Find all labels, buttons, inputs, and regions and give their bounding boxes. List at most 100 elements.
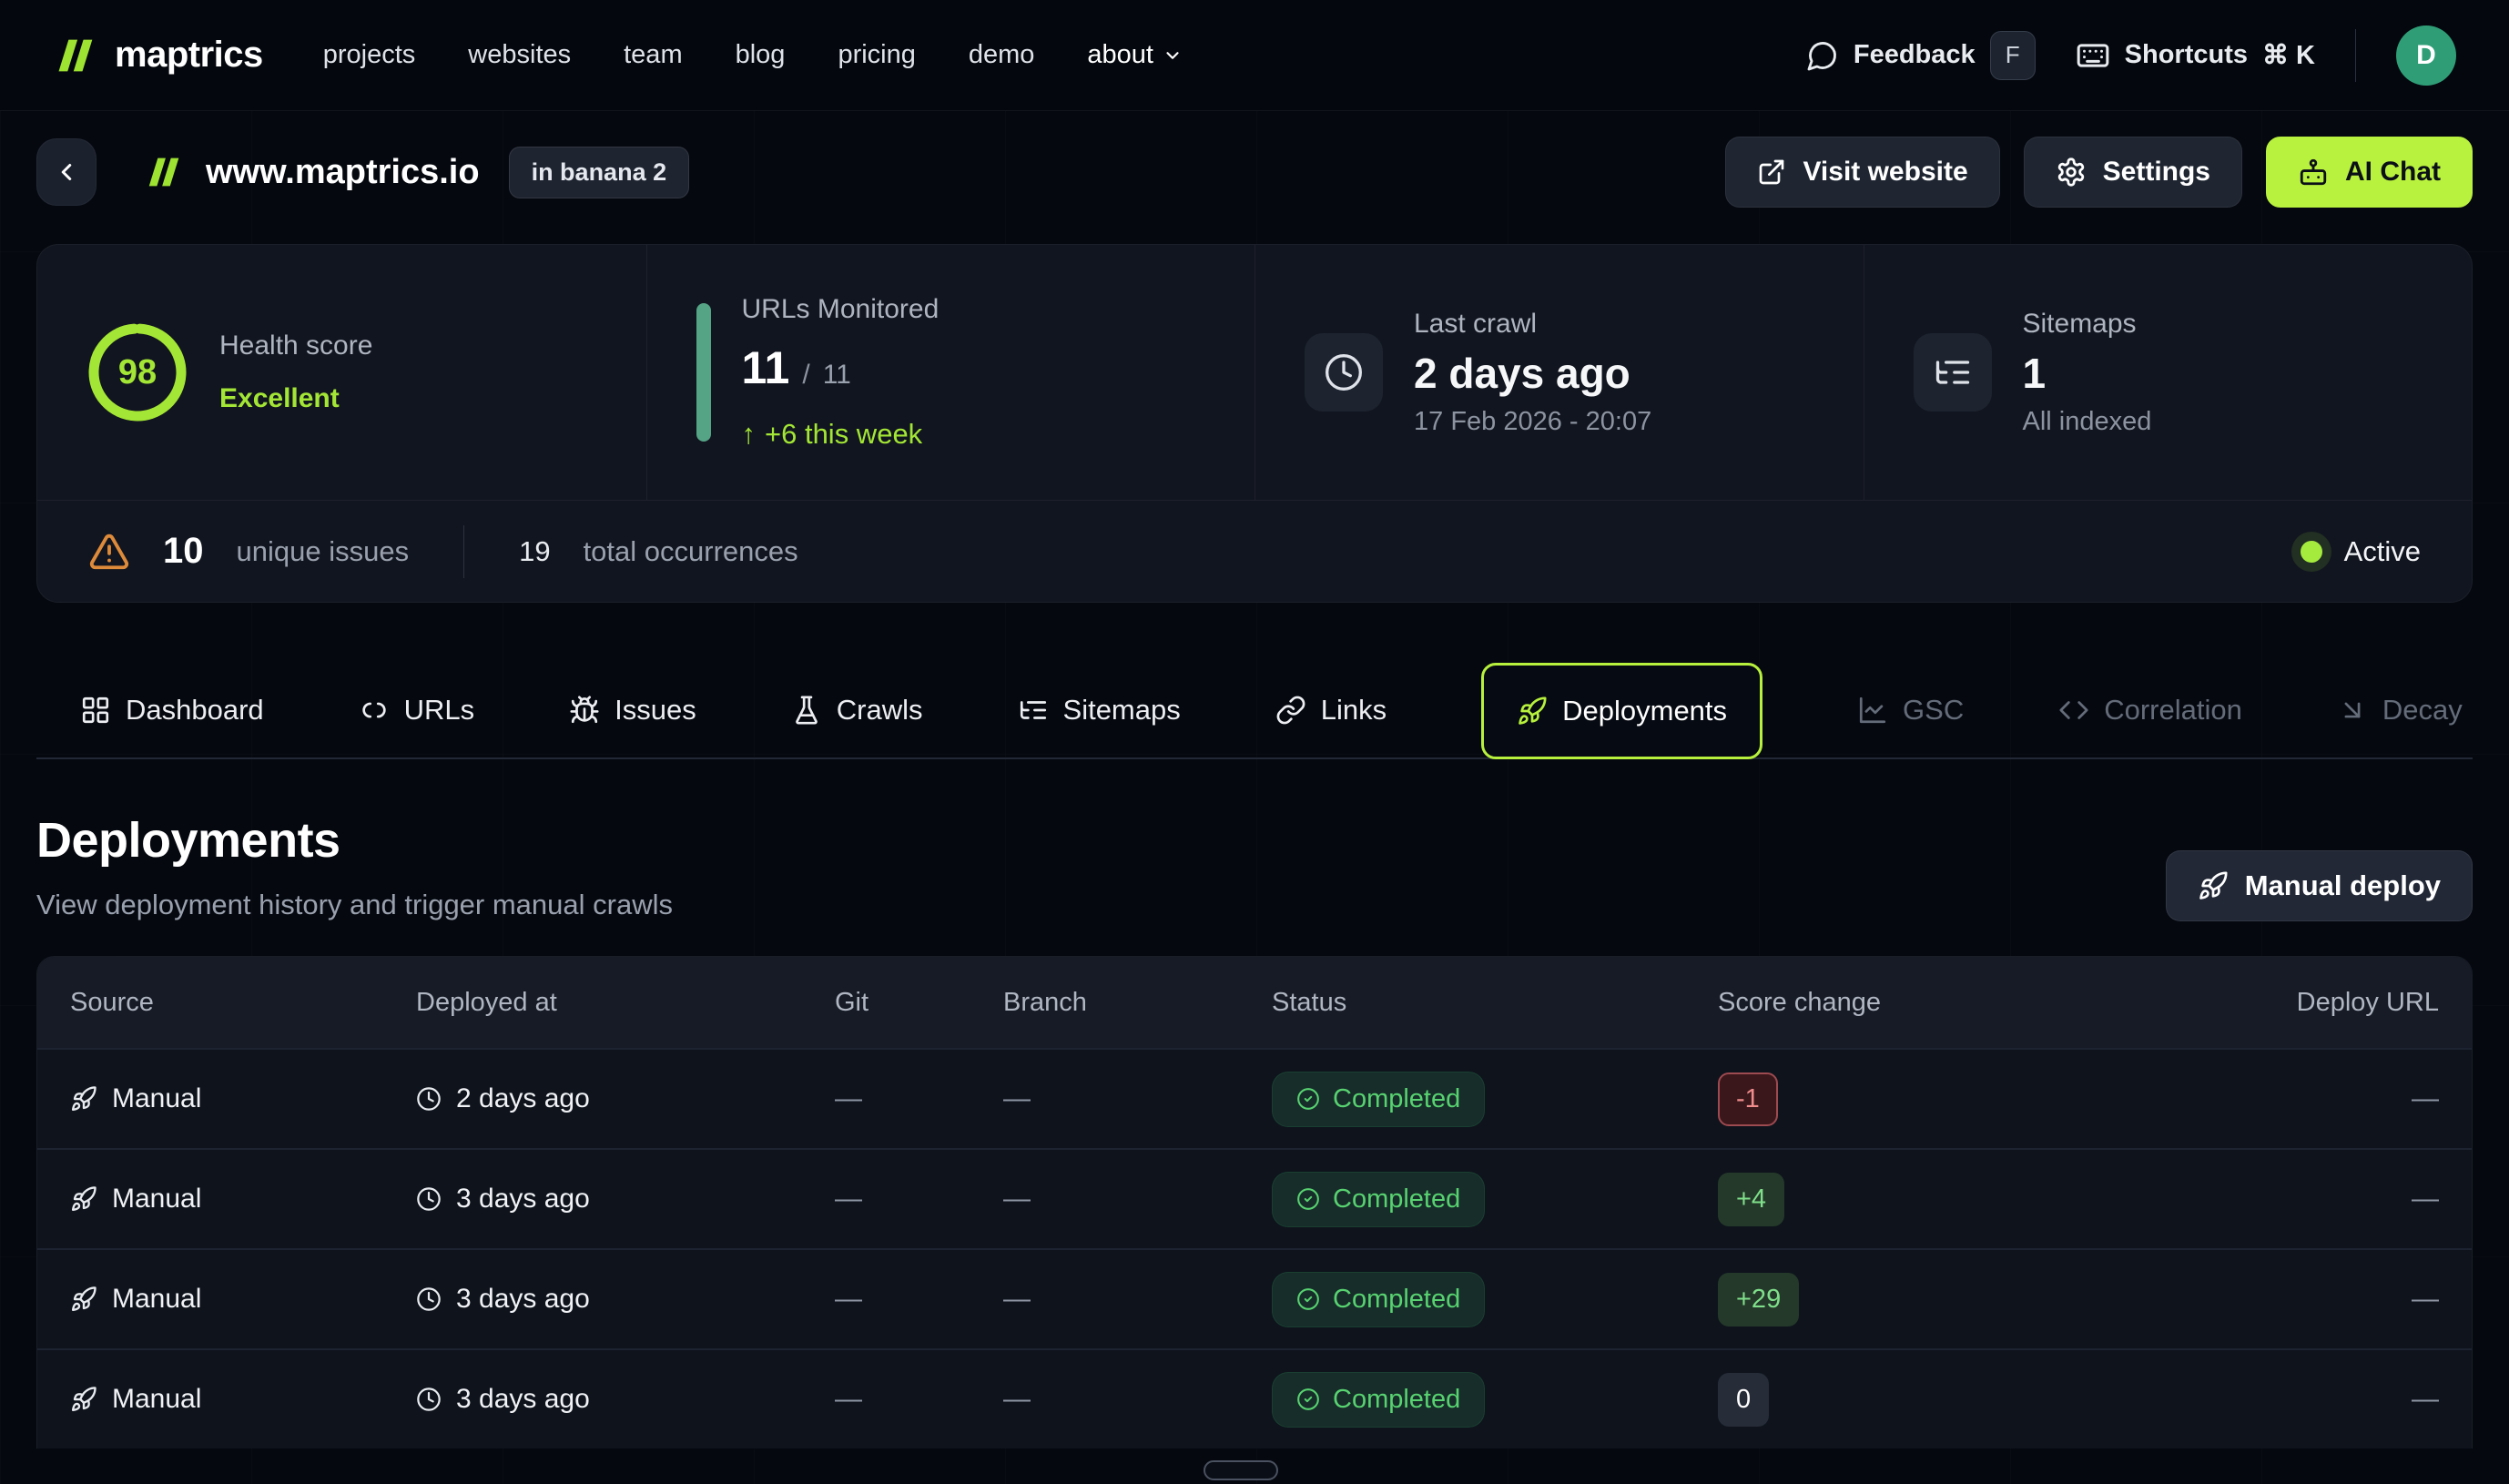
rocket-icon [70,1085,97,1113]
cell-deploy-url: — [2286,1384,2472,1415]
site-identity: www.maptrics.io in banana 2 [144,147,689,198]
urls-trend: ↑ +6 this week [742,418,940,451]
shortcuts-button[interactable]: Shortcuts ⌘ K [2076,38,2315,73]
tab-dashboard[interactable]: Dashboard [80,663,264,757]
tab-sitemaps[interactable]: Sitemaps [1018,663,1181,757]
nav-link-websites[interactable]: websites [468,40,571,70]
rocket-icon [2198,870,2229,901]
score-change-badge: -1 [1718,1072,1778,1126]
cell-git: — [802,1083,970,1114]
table-row[interactable]: Manual 3 days ago — — Completed 0 — [37,1348,2472,1448]
ai-chat-label: AI Chat [2345,157,2441,188]
nav-link-projects[interactable]: projects [323,40,416,70]
clock-icon [416,1186,442,1212]
status-badge: Completed [1272,1072,1485,1127]
health-score-label: Health score [219,330,372,361]
table-row[interactable]: Manual 3 days ago — — Completed +4 — [37,1148,2472,1248]
tab-correlation[interactable]: Correlation [2058,663,2242,757]
nav-link-demo[interactable]: demo [969,40,1035,70]
nav-link-team[interactable]: team [624,40,682,70]
list-tree-icon [1933,352,1973,392]
stats-card: 98 Health score Excellent URLs Monitored… [36,244,2473,603]
tab-deployments[interactable]: Deployments [1481,663,1762,759]
maptrics-logo-icon [53,32,100,79]
unique-issues-label: unique issues [237,535,410,568]
column-header-branch: Branch [970,988,1239,1018]
cell-source: Manual [112,1284,201,1315]
nav-link-about[interactable]: about [1087,40,1183,70]
urls-value: 11 [742,341,790,394]
top-navbar: maptrics projects websites team blog pri… [0,0,2509,111]
flask-icon [791,695,822,726]
cell-deploy-url: — [2286,1083,2472,1114]
trend-up-arrow-icon: ↑ [742,418,757,451]
project-badge[interactable]: in banana 2 [509,147,690,198]
tab-label: Dashboard [126,694,264,727]
active-status-dot [2301,541,2322,563]
tab-links[interactable]: Links [1275,663,1387,757]
tab-label: Issues [615,694,696,727]
sitemaps-value: 1 [2023,349,2152,398]
settings-button[interactable]: Settings [2024,137,2242,208]
cell-source: Manual [112,1184,201,1215]
nav-link-about-label: about [1087,40,1153,70]
feedback-key-chip: F [1990,31,2036,80]
horizontal-scrollbar-handle[interactable] [1204,1460,1278,1480]
visit-website-button[interactable]: Visit website [1725,137,1999,208]
tab-label: Crawls [837,694,923,727]
stats-grid: 98 Health score Excellent URLs Monitored… [37,245,2472,500]
column-header-deploy-url: Deploy URL [2286,988,2472,1018]
nav-divider [2355,29,2356,82]
brand[interactable]: maptrics [53,32,263,79]
tab-decay[interactable]: Decay [2337,663,2463,757]
nav-link-pricing[interactable]: pricing [838,40,915,70]
tab-issues[interactable]: Issues [569,663,696,757]
cell-source: Manual [112,1083,201,1114]
table-row[interactable]: Manual 2 days ago — — Completed -1 — [37,1048,2472,1148]
shortcut-combo: ⌘ K [2262,39,2315,71]
urls-icon [359,695,390,726]
cell-deployed-at: 2 days ago [456,1083,590,1114]
tab-crawls[interactable]: Crawls [791,663,923,757]
keyboard-icon [2076,38,2110,73]
table-row[interactable]: Manual 3 days ago — — Completed +29 — [37,1248,2472,1348]
ai-chat-button[interactable]: AI Chat [2266,137,2473,208]
check-circle-icon [1296,1287,1320,1311]
avatar[interactable]: D [2396,25,2456,86]
active-status-label: Active [2344,535,2421,568]
column-header-source: Source [37,988,383,1018]
clock-icon [416,1387,442,1412]
gear-icon [2056,157,2087,188]
tab-label: Sitemaps [1063,694,1181,727]
cell-deployed-at: 3 days ago [456,1284,590,1315]
feedback-button[interactable]: Feedback F [1806,31,2036,80]
back-button[interactable] [36,138,96,206]
rocket-icon [70,1386,97,1413]
column-header-git: Git [802,988,970,1018]
health-score-status: Excellent [219,383,372,414]
line-chart-icon [1857,695,1888,726]
tab-gsc[interactable]: GSC [1857,663,1964,757]
chevron-left-icon [53,158,80,186]
column-header-deployed-at: Deployed at [383,988,802,1018]
chevron-down-icon [1163,46,1183,66]
issues-summary-bar: 10 unique issues 19 total occurrences Ac… [37,500,2472,602]
rocket-icon [1517,696,1548,727]
urls-monitored-card: URLs Monitored 11 / 11 ↑ +6 this week [646,245,1255,500]
cell-branch: — [970,1284,1239,1315]
manual-deploy-button[interactable]: Manual deploy [2166,850,2473,921]
tab-label: GSC [1903,694,1964,727]
clock-icon [1324,352,1364,392]
health-score-ring: 98 [86,321,188,423]
section-tabs: Dashboard URLs Issues Crawls Sitemaps Li… [36,663,2473,759]
status-badge: Completed [1272,1272,1485,1327]
cell-branch: — [970,1384,1239,1415]
last-crawl-value: 2 days ago [1414,349,1651,398]
health-score-value: 98 [86,321,188,423]
score-change-badge: +4 [1718,1173,1784,1226]
tab-urls[interactable]: URLs [359,663,475,757]
nav-link-blog[interactable]: blog [736,40,786,70]
cell-branch: — [970,1184,1239,1215]
last-crawl-label: Last crawl [1414,309,1651,340]
urls-accent-bar [696,303,711,442]
